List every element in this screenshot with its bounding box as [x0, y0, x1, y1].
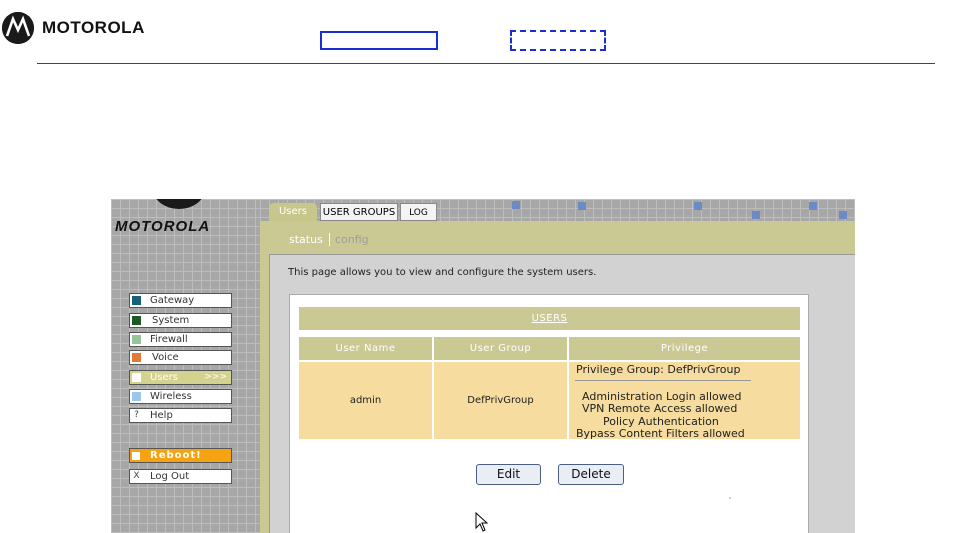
app-brand: MOTOROLA [115, 218, 211, 235]
cell-privilege: Privilege Group: DefPrivGroup Administra… [569, 362, 800, 440]
mouse-cursor-icon [475, 511, 489, 533]
decor-square [839, 211, 847, 219]
highlight-box [320, 31, 438, 50]
nav-item-wireless[interactable]: Wireless [129, 389, 232, 404]
header-divider [37, 63, 935, 64]
header-brand: MOTOROLA [42, 18, 145, 37]
nav-item-gateway[interactable]: Gateway [129, 293, 232, 308]
permission-item: Bypass Content Filters allowed [576, 427, 745, 440]
router-admin-window: MOTOROLA Gateway System Firewall Voice U… [111, 199, 855, 533]
nav-label: Firewall [150, 334, 188, 345]
voice-swatch-icon [132, 353, 141, 362]
user-name-value: admin [349, 395, 382, 406]
column-header-privilege: Privilege [569, 337, 800, 360]
nav-item-help[interactable]: ? Help [129, 408, 232, 423]
nav-item-system[interactable]: System [129, 313, 232, 328]
system-swatch-icon [132, 316, 141, 325]
nav-label: Reboot! [150, 450, 202, 461]
nav-label: Voice [152, 352, 179, 363]
cell-user-name: admin [299, 362, 432, 439]
decor-square [694, 202, 702, 210]
subtab-status[interactable]: status [289, 233, 323, 246]
nav-item-users[interactable]: Users >>> [129, 370, 232, 385]
column-header-user-name: User Name [299, 337, 432, 360]
firewall-swatch-icon [132, 335, 141, 344]
cell-user-group: DefPrivGroup [434, 362, 567, 439]
privilege-divider [575, 380, 751, 381]
privilege-group-label: Privilege Group: DefPrivGroup [576, 363, 741, 376]
tab-users[interactable]: Users [269, 203, 317, 221]
motorola-logo-icon [2, 12, 34, 44]
users-swatch-icon [132, 373, 141, 382]
nav-label: Gateway [150, 295, 195, 306]
active-arrows: >>> [204, 372, 227, 382]
nav-label: System [152, 315, 190, 326]
app-logo-icon [153, 199, 205, 209]
page-description: This page allows you to view and configu… [288, 267, 597, 278]
nav-label: Users [150, 372, 179, 383]
logout-button[interactable]: X Log Out [129, 469, 232, 484]
decor-square [512, 201, 520, 209]
nav-item-voice[interactable]: Voice [129, 350, 232, 365]
subtab-config[interactable]: config [335, 233, 369, 246]
delete-button[interactable]: Delete [558, 464, 624, 485]
reboot-button[interactable]: Reboot! [129, 448, 232, 463]
edit-button[interactable]: Edit [476, 464, 541, 485]
decor-square [752, 211, 760, 219]
dashed-highlight-box [510, 30, 606, 51]
reboot-icon [132, 452, 140, 460]
nav-label: Help [150, 410, 173, 421]
tab-user-groups[interactable]: USER GROUPS [320, 203, 398, 221]
users-table-title[interactable]: USERS [299, 307, 800, 330]
sidebar: MOTOROLA Gateway System Firewall Voice U… [111, 199, 260, 533]
column-header-user-group: User Group [434, 337, 567, 360]
permission-item: VPN Remote Access allowed [582, 402, 738, 415]
nav-label: Wireless [150, 391, 192, 402]
tab-log[interactable]: LOG [400, 203, 437, 221]
wireless-swatch-icon [132, 392, 141, 401]
decor-square [809, 202, 817, 210]
decor-square [578, 202, 586, 210]
help-icon: ? [134, 410, 139, 420]
user-group-value: DefPrivGroup [467, 395, 534, 406]
speck [729, 497, 731, 499]
logout-icon: X [133, 471, 140, 481]
gateway-swatch-icon [132, 296, 141, 305]
subtab-separator [329, 233, 330, 246]
nav-item-firewall[interactable]: Firewall [129, 332, 232, 347]
nav-label: Log Out [150, 471, 190, 482]
